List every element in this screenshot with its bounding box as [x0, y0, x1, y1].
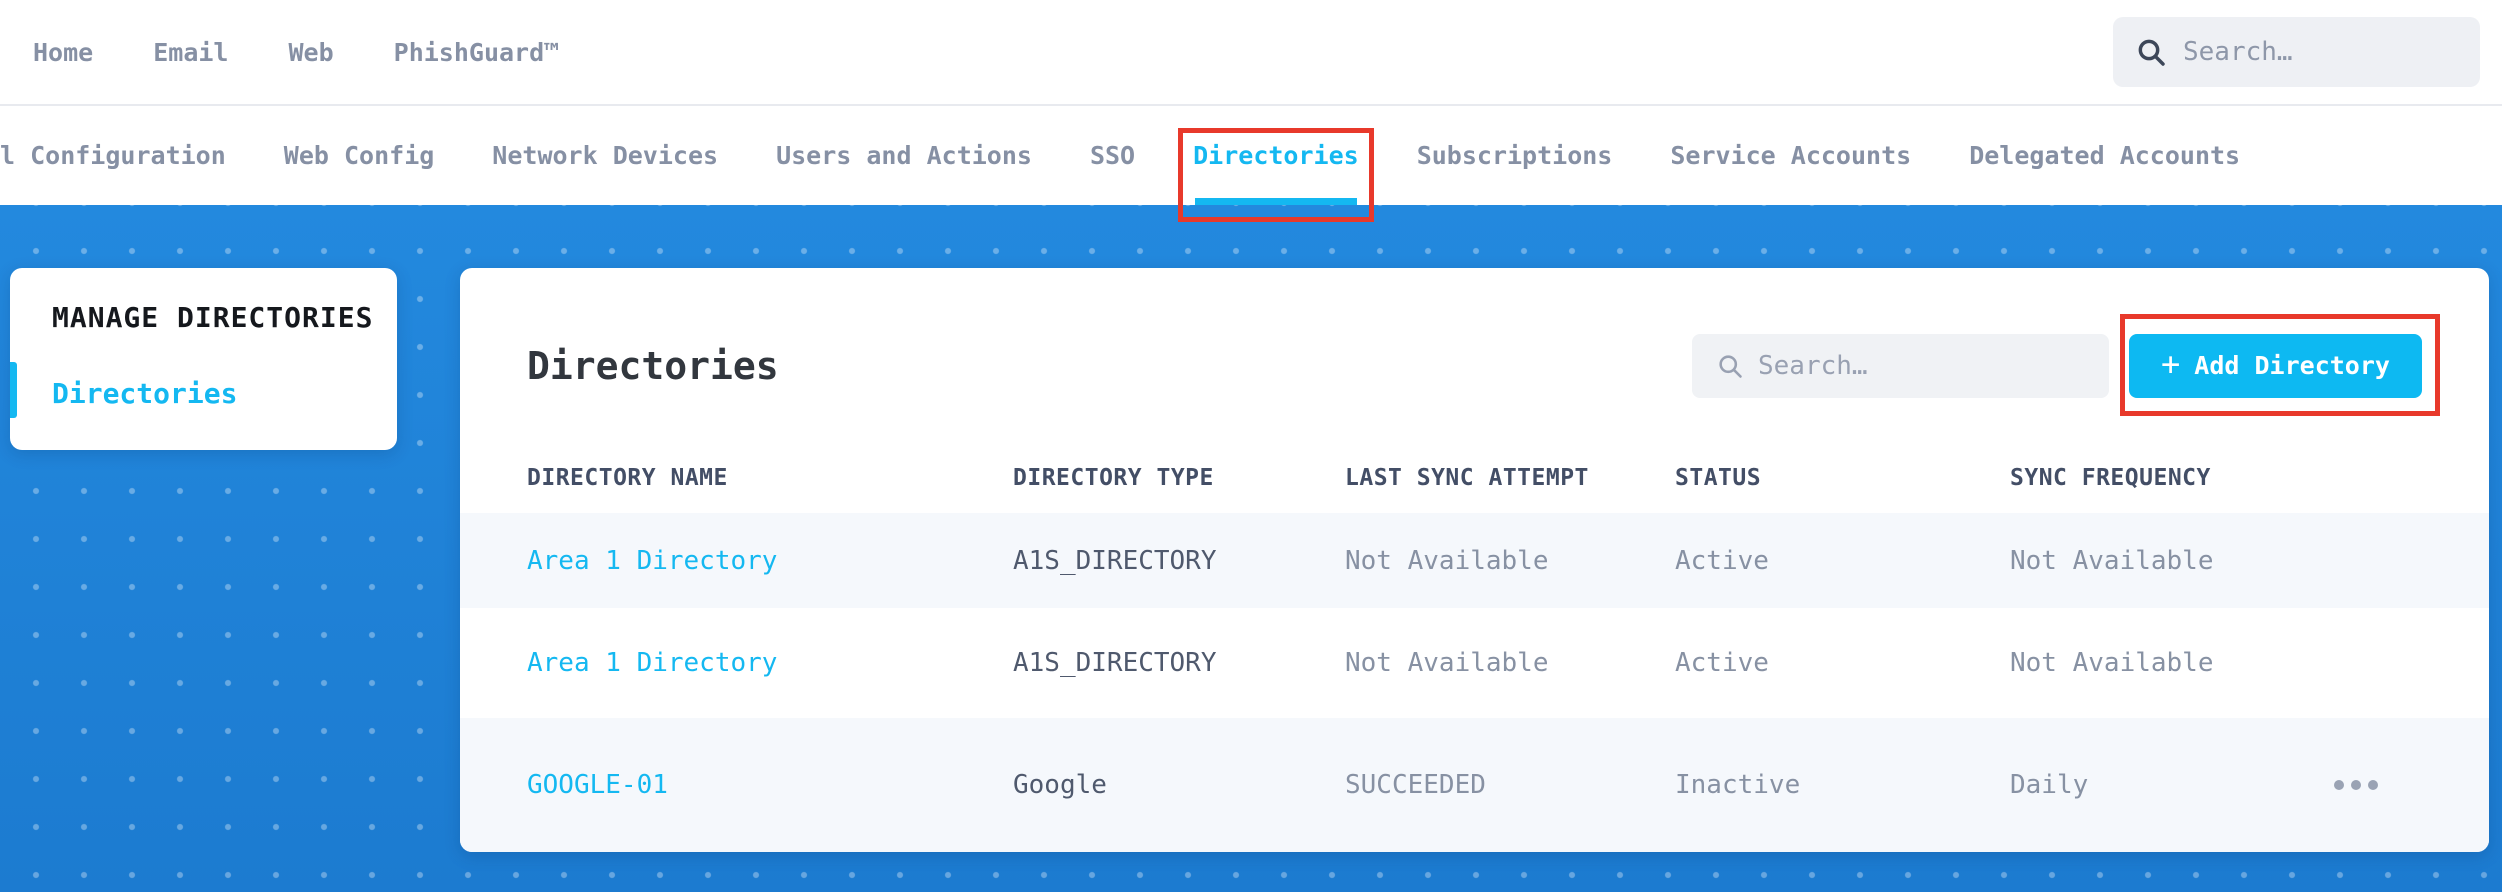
directories-search-input[interactable]: Search…	[1692, 334, 2109, 398]
directories-search-placeholder: Search…	[1758, 351, 1868, 381]
tab-network-devices[interactable]: Network Devices	[492, 106, 718, 205]
search-icon	[2135, 36, 2167, 68]
tab-service-accounts[interactable]: Service Accounts	[1670, 106, 1911, 205]
card-controls: Search… + Add Directory	[1692, 334, 2422, 398]
tab-web-config[interactable]: Web Config	[284, 106, 435, 205]
top-navigation-bar: Home Email Web PhishGuard™ Search…	[0, 0, 2502, 106]
nav-item-email[interactable]: Email	[153, 38, 228, 67]
row-actions-menu-icon[interactable]	[2290, 780, 2422, 790]
search-icon	[1716, 352, 1744, 380]
table-row: GOOGLE-01 Google SUCCEEDED Inactive Dail…	[460, 718, 2489, 852]
last-sync-cell: SUCCEEDED	[1345, 770, 1675, 800]
sync-frequency-cell: Daily	[2010, 770, 2290, 800]
add-directory-button[interactable]: + Add Directory	[2129, 334, 2422, 398]
nav-item-web[interactable]: Web	[288, 38, 333, 67]
add-directory-button-wrapper: + Add Directory	[2129, 334, 2422, 398]
settings-tab-bar: l Configuration Web Config Network Devic…	[0, 106, 2502, 205]
directory-name-link[interactable]: Area 1 Directory	[527, 648, 1013, 678]
tab-users-and-actions[interactable]: Users and Actions	[776, 106, 1032, 205]
plus-icon: +	[2161, 348, 2180, 380]
page-title: Directories	[527, 344, 779, 388]
sidebar-item-directories[interactable]: Directories	[52, 377, 397, 411]
sidebar-panel-title: MANAGE DIRECTORIES	[52, 301, 397, 335]
status-cell: Active	[1675, 648, 2010, 678]
column-header-sync-frequency: SYNC FREQUENCY	[2010, 465, 2290, 491]
global-search-placeholder: Search…	[2183, 37, 2293, 67]
directory-name-link[interactable]: GOOGLE-01	[527, 770, 1013, 800]
directory-type-cell: A1S_DIRECTORY	[1013, 546, 1345, 576]
directory-type-cell: A1S_DIRECTORY	[1013, 648, 1345, 678]
sync-frequency-cell: Not Available	[2010, 648, 2290, 678]
active-tab-underline	[1195, 198, 1357, 205]
sync-frequency-cell: Not Available	[2010, 546, 2290, 576]
directories-card-header: Directories Search… + Add Directory	[527, 318, 2422, 413]
tab-sso[interactable]: SSO	[1090, 106, 1135, 205]
tab-directories-label: Directories	[1193, 141, 1359, 170]
table-header-row: DIRECTORY NAME DIRECTORY TYPE LAST SYNC …	[460, 443, 2489, 513]
page-background: MANAGE DIRECTORIES Directories Directori…	[0, 205, 2502, 892]
last-sync-cell: Not Available	[1345, 648, 1675, 678]
nav-item-home[interactable]: Home	[33, 38, 93, 67]
column-header-last-sync: LAST SYNC ATTEMPT	[1345, 465, 1675, 491]
column-header-directory-type: DIRECTORY TYPE	[1013, 465, 1345, 491]
directory-name-link[interactable]: Area 1 Directory	[527, 546, 1013, 576]
nav-item-phishguard[interactable]: PhishGuard™	[394, 38, 560, 67]
directory-type-cell: Google	[1013, 770, 1345, 800]
sidebar-active-indicator	[10, 362, 17, 418]
column-header-directory-name: DIRECTORY NAME	[527, 465, 1013, 491]
table-row: Area 1 Directory A1S_DIRECTORY Not Avail…	[460, 608, 2489, 718]
directories-card: Directories Search… + Add Directory	[460, 268, 2489, 852]
tab-directories[interactable]: Directories	[1193, 106, 1359, 205]
status-cell: Inactive	[1675, 770, 2010, 800]
add-directory-button-label: Add Directory	[2194, 351, 2390, 380]
tab-delegated-accounts[interactable]: Delegated Accounts	[1969, 106, 2240, 205]
tab-subscriptions[interactable]: Subscriptions	[1417, 106, 1613, 205]
last-sync-cell: Not Available	[1345, 546, 1675, 576]
global-search-input[interactable]: Search…	[2113, 17, 2480, 87]
manage-directories-panel: MANAGE DIRECTORIES Directories	[10, 268, 397, 450]
status-cell: Active	[1675, 546, 2010, 576]
tab-email-configuration[interactable]: l Configuration	[0, 106, 226, 205]
column-header-status: STATUS	[1675, 465, 2010, 491]
table-row: Area 1 Directory A1S_DIRECTORY Not Avail…	[460, 513, 2489, 608]
